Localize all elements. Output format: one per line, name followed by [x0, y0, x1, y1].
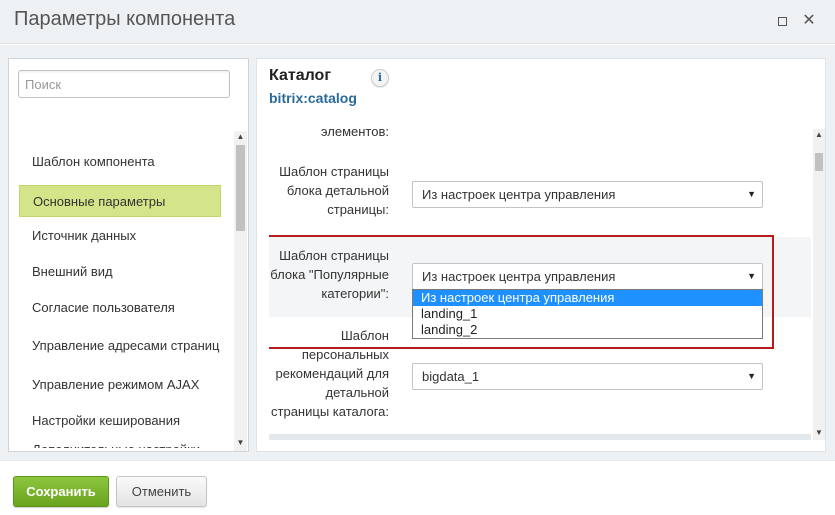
scroll-down-icon[interactable]: ▼ — [813, 427, 825, 439]
chevron-down-icon: ▼ — [747, 271, 756, 281]
cancel-button[interactable]: Отменить — [116, 476, 207, 507]
component-id: bitrix:catalog — [269, 90, 357, 106]
sidebar-item-appearance[interactable]: Внешний вид — [19, 260, 221, 282]
sidebar-item-ajax-mode[interactable]: Управление режимом AJAX — [19, 373, 221, 395]
window-title: Параметры компонента — [14, 8, 236, 30]
sidebar-item-component-template[interactable]: Шаблон компонента — [19, 150, 221, 172]
scrollbar-thumb[interactable] — [815, 153, 823, 171]
popular-categories-select[interactable]: Из настроек центра управления ▼ — [412, 263, 763, 290]
sidebar-item-caching[interactable]: Настройки кеширования — [19, 409, 221, 431]
search-input[interactable] — [18, 70, 230, 98]
properties-list: элементов: Шаблон страницы блока детальн… — [269, 129, 811, 440]
recommendations-select[interactable]: bigdata_1 ▼ — [412, 363, 763, 390]
info-icon[interactable]: i — [371, 69, 389, 87]
detail-template-select[interactable]: Из настроек центра управления ▼ — [412, 181, 763, 208]
dialog-footer: Сохранить Отменить — [0, 460, 835, 515]
sidebar-item-data-source[interactable]: Источник данных — [19, 224, 221, 246]
chevron-down-icon: ▼ — [747, 189, 756, 199]
scrollbar-thumb[interactable] — [236, 145, 245, 231]
popular-categories-dropdown[interactable]: Из настроек центра управления landing_1 … — [412, 289, 763, 339]
dropdown-option[interactable]: landing_2 — [413, 322, 762, 338]
property-label-detail-template: Шаблон страницы блока детальной страницы… — [279, 164, 389, 217]
save-button[interactable]: Сохранить — [13, 476, 109, 507]
chevron-down-icon: ▼ — [747, 371, 756, 381]
sidebar-nav: Шаблон компонента Основные параметры Ист… — [9, 135, 234, 448]
properties-footer-strip — [269, 434, 811, 440]
sidebar-item-user-consent[interactable]: Согласие пользователя — [19, 296, 221, 318]
title-bar: Параметры компонента ✕ — [0, 0, 835, 44]
scroll-down-icon[interactable]: ▼ — [234, 437, 247, 449]
sidebar: Шаблон компонента Основные параметры Ист… — [8, 58, 249, 452]
properties-scrollbar[interactable]: ▲ ▼ — [813, 129, 825, 440]
sidebar-item-additional[interactable]: Дополнительные настройки — [19, 438, 221, 449]
property-label-popular-categories: Шаблон страницы блока "Популярные катего… — [270, 248, 389, 301]
sidebar-item-page-urls[interactable]: Управление адресами страниц — [19, 327, 221, 363]
property-label-partial: элементов: — [320, 129, 389, 139]
close-icon[interactable]: ✕ — [800, 12, 818, 30]
sidebar-scrollbar[interactable]: ▲ ▼ — [234, 131, 247, 451]
scroll-up-icon[interactable]: ▲ — [234, 131, 247, 143]
dropdown-option[interactable]: Из настроек центра управления — [413, 290, 762, 306]
component-name: Каталог — [269, 67, 331, 84]
maximize-icon[interactable] — [773, 12, 791, 30]
property-label-recommendations: Шаблон персональных рекомендаций для дет… — [271, 328, 389, 419]
dropdown-option[interactable]: landing_1 — [413, 306, 762, 322]
dialog-body: Шаблон компонента Основные параметры Ист… — [0, 45, 835, 460]
sidebar-item-main-params[interactable]: Основные параметры — [19, 185, 221, 217]
scroll-up-icon[interactable]: ▲ — [813, 129, 825, 141]
settings-panel: Каталог bitrix:catalog i элементов: Шабл… — [256, 58, 826, 452]
